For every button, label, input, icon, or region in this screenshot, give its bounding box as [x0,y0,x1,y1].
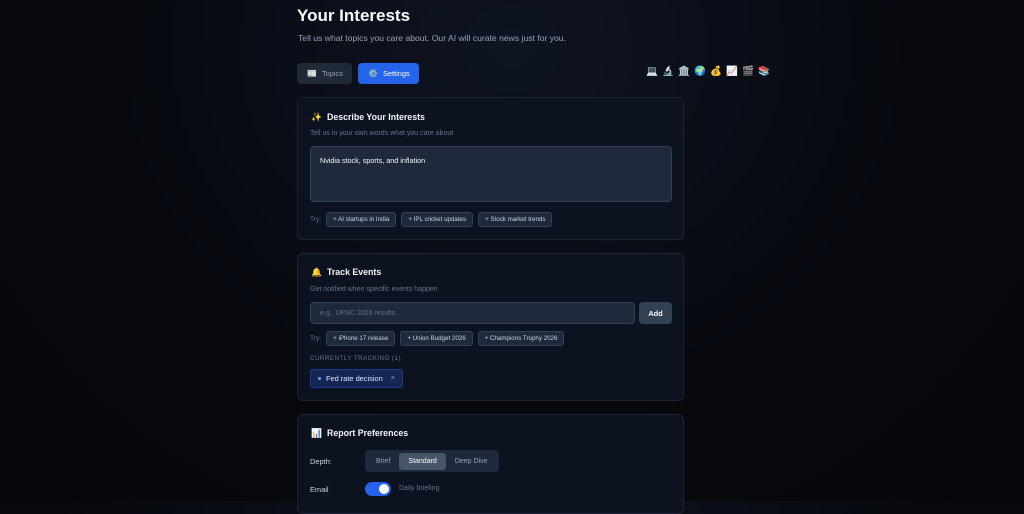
suggestion-chip[interactable]: + Stock market trends [478,212,553,227]
try-label: Try: [310,216,322,223]
suggestion-chip[interactable]: + AI startups in India [326,212,397,227]
depth-option-deep-dive[interactable]: Deep Dive [446,453,497,470]
tracking-label: CURRENTLY TRACKING (1) [310,355,402,362]
suggestion-chip[interactable]: + IPL cricket updates [401,212,474,227]
suggestion-chip[interactable]: + Union Budget 2026 [400,331,473,346]
interests-card-title: ✨ Describe Your Interests [311,112,425,123]
add-event-button[interactable]: Add [639,302,672,324]
event-input[interactable]: e.g., UPSC 2026 results [310,302,635,324]
tracked-event-chip: Fed rate decision × [310,369,403,388]
clapper-board-icon[interactable]: 🎬 [742,66,754,77]
interests-card-subtitle: Tell us in your own words what you care … [310,130,454,137]
laptop-icon[interactable]: 💻 [646,66,658,77]
depth-option-standard[interactable]: Standard [399,452,446,470]
interests-card: ✨ Describe Your Interests Tell us in you… [297,97,684,240]
events-suggestions: Try: + iPhone 17 release + Union Budget … [310,331,565,346]
tab-bar: 📰 Topics ⚙️ Settings [297,63,419,84]
tab-topics[interactable]: 📰 Topics [297,63,352,84]
events-card-title: 🔔 Track Events [311,267,381,278]
tracked-event-label: Fed rate decision [326,374,383,383]
sparkles-icon: ✨ [311,112,322,122]
email-toggle-text: Daily briefing [399,485,440,492]
events-card-subtitle: Get notified when specific events happen [310,286,438,293]
tab-topics-label: Topics [321,69,343,78]
preferences-title-text: Report Preferences [326,428,409,438]
suggestion-chip[interactable]: + Champions Trophy 2026 [477,331,565,346]
depth-option-brief[interactable]: Brief [367,453,399,470]
preferences-card-title: 📊 Report Preferences [311,428,408,439]
events-card: 🔔 Track Events Get notified when specifi… [297,253,684,401]
tab-settings-label: Settings [382,69,410,78]
dot-icon [318,377,321,380]
interests-textarea[interactable]: Nvidia stock, sports, and inflation [310,146,672,202]
interests-title-text: Describe Your Interests [326,112,425,122]
classical-building-icon[interactable]: 🏛️ [678,66,690,77]
toggle-knob [379,484,389,494]
email-toggle[interactable] [365,482,391,496]
tab-settings[interactable]: ⚙️ Settings [358,63,419,84]
money-bag-icon[interactable]: 💰 [710,66,722,77]
depth-label: Depth: [310,457,332,466]
chart-increasing-icon[interactable]: 📈 [726,66,738,77]
newspaper-icon: 📰 [307,69,317,78]
page-subtitle: Tell us what topics you care about. Our … [298,33,566,43]
page-title: Your Interests [297,6,411,25]
preferences-card: 📊 Report Preferences Depth: Brief Standa… [297,414,684,514]
globe-icon[interactable]: 🌍 [694,66,706,77]
category-icons: 💻 🔬 🏛️ 🌍 💰 📈 🎬 📚 [646,66,770,77]
close-icon[interactable]: × [391,375,395,382]
interests-suggestions: Try: + AI startups in India + IPL cricke… [310,212,553,227]
suggestion-chip[interactable]: + iPhone 17 release [326,331,396,346]
bell-icon: 🔔 [311,267,322,277]
books-icon[interactable]: 📚 [758,66,770,77]
microscope-icon[interactable]: 🔬 [662,66,674,77]
email-label: Email [310,485,329,494]
gear-icon: ⚙️ [368,69,378,78]
try-label: Try: [310,335,322,342]
events-title-text: Track Events [326,267,382,277]
bar-chart-icon: 📊 [311,428,322,438]
depth-selector: Brief Standard Deep Dive [365,450,499,472]
